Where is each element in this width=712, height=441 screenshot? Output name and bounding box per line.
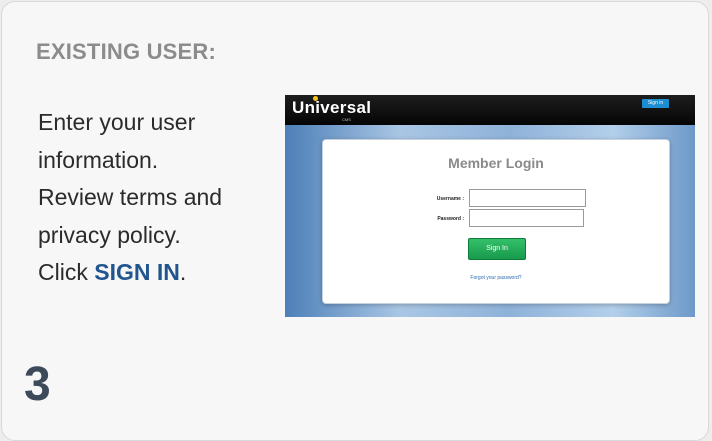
instruction-click-text: Click xyxy=(38,259,95,285)
card-heading: EXISTING USER: xyxy=(36,39,217,64)
instruction-line-3: Review terms and xyxy=(38,184,223,210)
universal-logo: Universal xyxy=(292,98,372,117)
instruction-line-1: Enter your user xyxy=(38,109,196,135)
member-login-panel: Member Login Username : Password : Sign … xyxy=(322,139,670,304)
forgot-password-link[interactable]: Forgot your password? xyxy=(323,275,669,281)
password-field[interactable] xyxy=(469,209,584,227)
member-login-title: Member Login xyxy=(448,155,544,171)
sign-in-emphasis: SIGN IN xyxy=(94,259,180,285)
login-screenshot: Universal CMS Sign in Member Login Usern… xyxy=(285,95,695,317)
instruction-line-4: privacy policy. xyxy=(38,221,181,248)
sign-in-button[interactable]: Sign In xyxy=(468,238,526,260)
instructions-text: Enter your user information. Review term… xyxy=(38,104,278,292)
top-sign-in-button[interactable]: Sign in xyxy=(642,99,669,108)
logo-subtext: CMS xyxy=(342,117,351,122)
instruction-period: . xyxy=(179,259,187,285)
screenshot-top-bar: Universal CMS Sign in xyxy=(285,95,695,125)
instruction-line-2: information. xyxy=(38,146,159,173)
password-label: Password : xyxy=(437,216,464,222)
step-number: 3 xyxy=(24,358,51,411)
instruction-line-5: Click SIGN IN. xyxy=(38,254,278,292)
logo-dot-icon xyxy=(313,96,318,101)
username-field[interactable] xyxy=(469,189,586,207)
username-label: Username : xyxy=(436,196,464,202)
